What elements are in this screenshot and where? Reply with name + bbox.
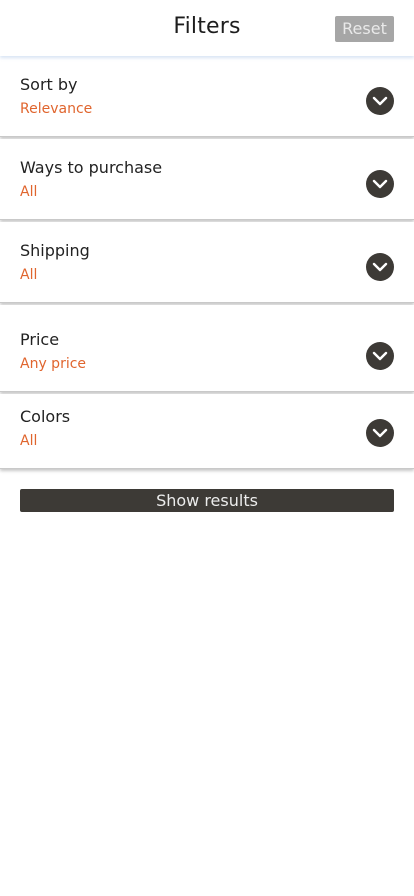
filter-label: Sort by (20, 75, 78, 94)
filter-value: All (20, 267, 38, 283)
filter-value: Relevance (20, 101, 93, 117)
chevron-down-icon[interactable] (366, 342, 394, 370)
filter-value: Any price (20, 356, 87, 372)
chevron-down-icon[interactable] (366, 419, 394, 447)
filter-label: Shipping (20, 241, 90, 260)
filter-price[interactable]: Price Any price (0, 305, 414, 392)
reset-button[interactable]: Reset (335, 16, 394, 42)
filter-sort-by[interactable]: Sort by Relevance (0, 56, 414, 137)
filters-screen: Filters Reset Sort by Relevance Ways to … (0, 0, 414, 896)
chevron-down-icon[interactable] (366, 87, 394, 115)
filter-colors[interactable]: Colors All (0, 394, 414, 469)
chevron-down-icon[interactable] (366, 253, 394, 281)
filter-ways-to-purchase[interactable]: Ways to purchase All (0, 139, 414, 220)
filter-label: Price (20, 330, 60, 349)
header: Filters Reset (0, 0, 414, 56)
show-results-button[interactable]: Show results (20, 489, 394, 512)
filter-label: Colors (20, 407, 71, 426)
chevron-down-icon[interactable] (366, 170, 394, 198)
filter-label: Ways to purchase (20, 158, 163, 177)
filter-value: All (20, 433, 38, 449)
filter-shipping[interactable]: Shipping All (0, 222, 414, 303)
filter-value: All (20, 184, 38, 200)
